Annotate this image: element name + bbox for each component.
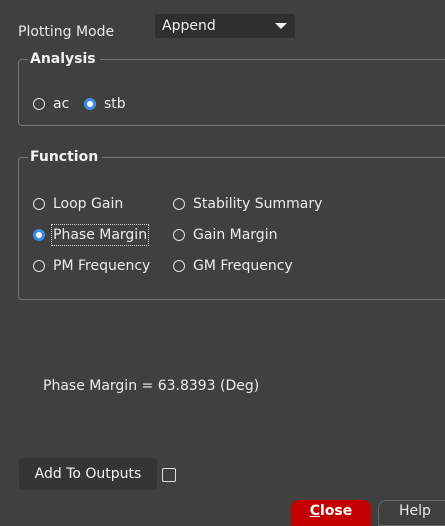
radio-button-unchecked-icon [173, 198, 185, 210]
radio-label-pm-frequency: PM Frequency [53, 258, 151, 274]
radio-label-stb: stb [104, 96, 126, 112]
radio-button-unchecked-icon [173, 260, 185, 272]
help-button[interactable]: Help [378, 500, 445, 526]
analysis-group-title: Analysis [28, 51, 100, 67]
radio-analysis-ac[interactable]: ac [33, 95, 69, 113]
radio-label-loop-gain: Loop Gain [53, 196, 124, 212]
add-to-outputs-button[interactable]: Add To Outputs [19, 458, 157, 490]
radio-label-phase-margin: Phase Margin [50, 224, 150, 246]
radio-stability-summary[interactable]: Stability Summary [173, 195, 322, 213]
radio-loop-gain[interactable]: Loop Gain [33, 195, 123, 213]
radio-button-unchecked-icon [33, 198, 45, 210]
radio-label-stability-summary: Stability Summary [193, 196, 323, 212]
plotting-mode-label: Plotting Mode [18, 24, 115, 40]
radio-label-gm-frequency: GM Frequency [193, 258, 293, 274]
radio-gain-margin[interactable]: Gain Margin [173, 226, 277, 244]
radio-button-checked-icon [33, 229, 45, 241]
close-button-label: Close [309, 503, 353, 519]
radio-analysis-stb[interactable]: stb [84, 95, 126, 113]
phase-margin-result: Phase Margin = 63.8393 (Deg) [43, 378, 260, 394]
function-group-title: Function [28, 149, 103, 165]
plotting-mode-value: Append [162, 18, 216, 34]
analysis-group [18, 59, 445, 126]
radio-label-gain-margin: Gain Margin [193, 227, 278, 243]
radio-pm-frequency[interactable]: PM Frequency [33, 257, 150, 275]
plotting-mode-dropdown[interactable]: Append [155, 14, 295, 38]
radio-label-ac: ac [53, 96, 70, 112]
add-to-outputs-checkbox[interactable] [162, 468, 176, 482]
radio-button-unchecked-icon [173, 229, 185, 241]
close-button[interactable]: Close [291, 500, 371, 526]
radio-button-unchecked-icon [33, 260, 45, 272]
radio-gm-frequency[interactable]: GM Frequency [173, 257, 293, 275]
radio-button-unchecked-icon [33, 98, 45, 110]
chevron-down-icon [275, 23, 287, 29]
radio-phase-margin[interactable]: Phase Margin [33, 224, 150, 246]
help-button-label: Help [399, 503, 431, 519]
radio-button-checked-icon [84, 98, 96, 110]
